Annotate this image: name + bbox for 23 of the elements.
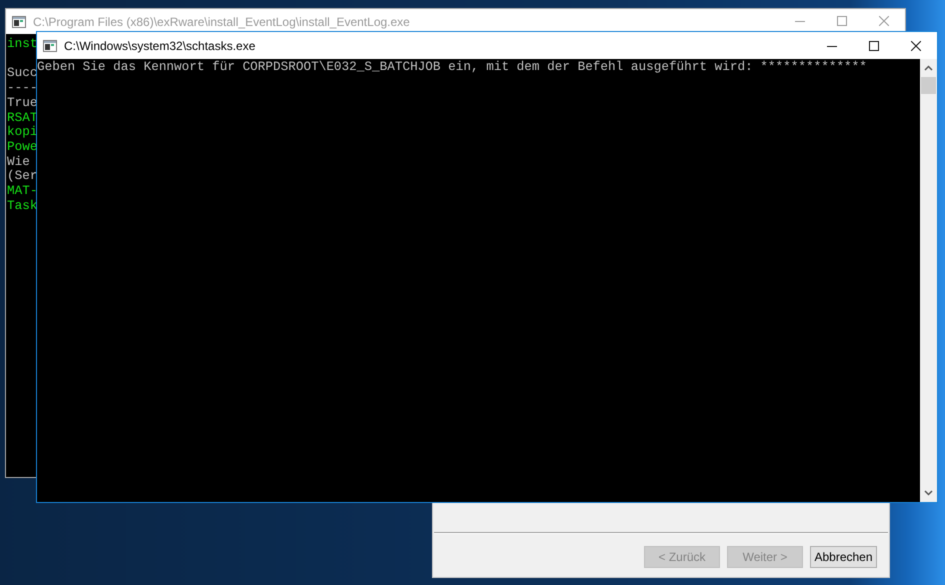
console-line: inst [7, 37, 38, 53]
console-icon [43, 40, 57, 52]
console-line: Wie [7, 154, 30, 169]
maximize-icon [869, 40, 879, 50]
close-icon [911, 40, 921, 50]
console-line: Task [7, 198, 38, 213]
console-line: MAT- [7, 183, 38, 198]
console-line: kopi [7, 124, 38, 140]
console-line: Powe [7, 138, 38, 154]
window-title: C:\Windows\system32\schtasks.exe [64, 38, 256, 52]
console-line: (Ser [7, 168, 38, 184]
wizard-button[interactable]: Abbrechen [810, 546, 877, 568]
maximize-icon [837, 16, 847, 26]
console-icon [12, 16, 26, 28]
console-line: ---- [7, 80, 38, 96]
console-line: Geben Sie das Kennwort für CORPDSROOT\E032_S_BATCHJOB ein, mit dem der Befehl ausgeführt wird: ************** [37, 60, 868, 75]
console-line: True [7, 94, 38, 110]
close-icon [879, 16, 889, 26]
console-line: Succ [7, 65, 38, 80]
console-line: RSAT [7, 110, 38, 124]
window-title: C:\Program Files (x86)\exRware\install_EventLog\install_EventLog.exe [33, 14, 410, 28]
scroll-thumb[interactable] [921, 77, 936, 94]
scrollbar[interactable] [920, 59, 937, 502]
